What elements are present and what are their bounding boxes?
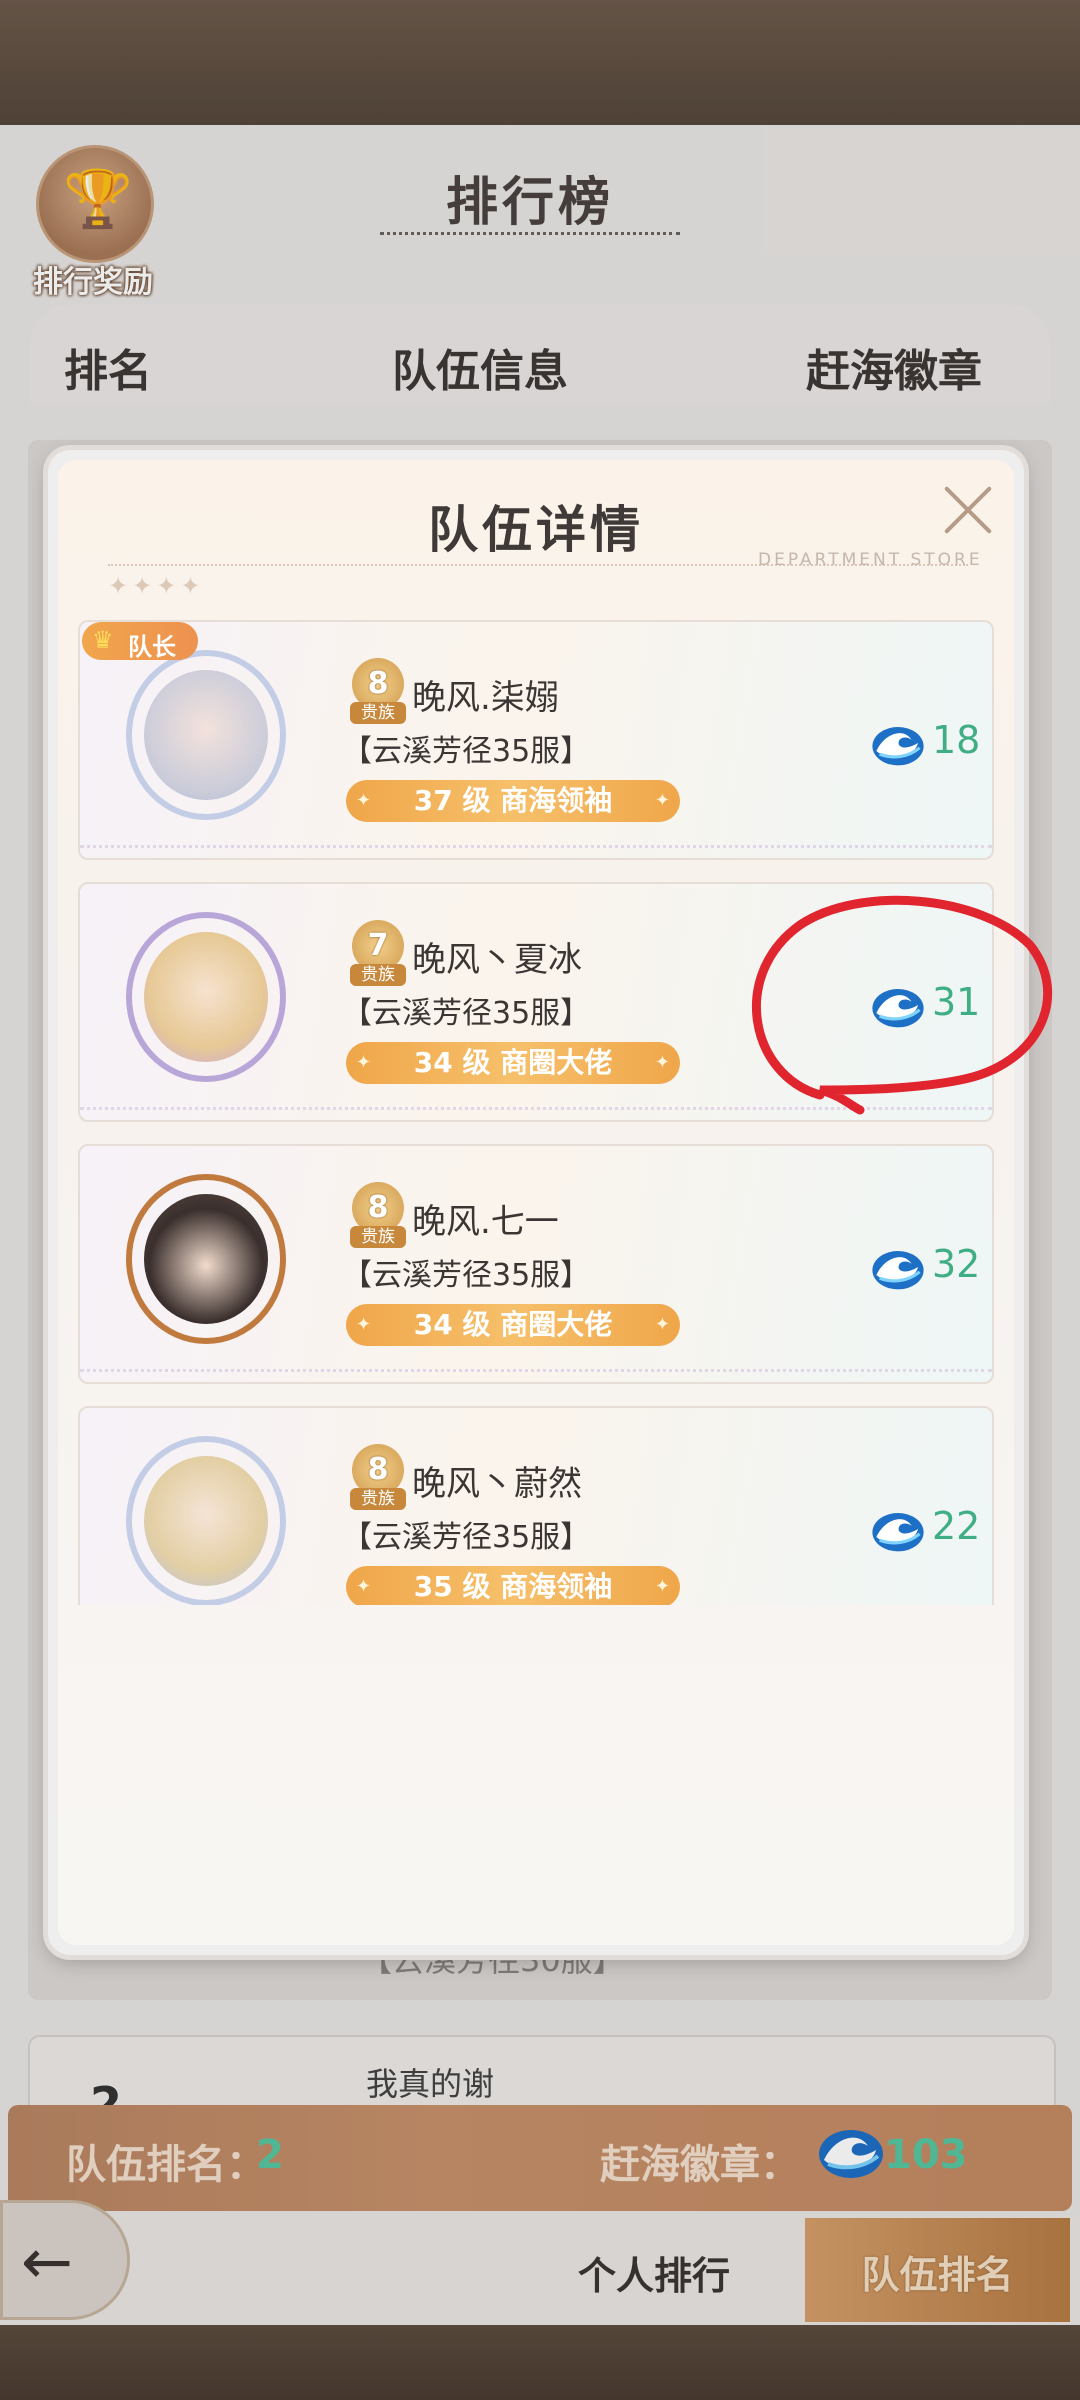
avatar-portrait [144, 1456, 268, 1586]
noble-badge: 8 贵族 [348, 1444, 408, 1510]
noble-text: 贵族 [350, 1488, 406, 1510]
captain-badge: ♛ 队长 [82, 622, 198, 661]
noble-text: 贵族 [350, 964, 406, 986]
member-badge-score: 22 [932, 1504, 981, 1548]
wave-badge-icon [872, 1251, 924, 1290]
decor-stars: ✦✦✦✦ [108, 572, 205, 600]
member-level: 37 级 商海领袖 [346, 780, 680, 822]
member-card[interactable]: 8 贵族 晚风丶蔚然 【云溪芳径35服】 35 级 商海领袖 22 [78, 1406, 994, 1605]
member-name: 晚风.柒嫋 [412, 678, 559, 718]
member-server: 【云溪芳径35服】 [342, 996, 591, 1031]
noble-badge: 7 贵族 [348, 920, 408, 986]
member-level: 35 级 商海领袖 [346, 1566, 680, 1605]
member-name: 晚风丶蔚然 [412, 1464, 582, 1504]
noble-badge: 8 贵族 [348, 1182, 408, 1248]
close-icon[interactable] [938, 480, 998, 540]
avatar-portrait [144, 932, 268, 1062]
avatar-portrait [144, 670, 268, 800]
noble-text: 贵族 [350, 1226, 406, 1248]
noble-badge: 8 贵族 [348, 658, 408, 724]
avatar-portrait [144, 1194, 268, 1324]
annotation-circle [752, 895, 1052, 1115]
dialog-subtitle: DEPARTMENT STORE [758, 550, 983, 570]
member-name: 晚风丶夏冰 [412, 940, 582, 980]
avatar [118, 1162, 288, 1362]
member-server: 【云溪芳径35服】 [342, 1258, 591, 1293]
team-details-dialog: 队伍详情 DEPARTMENT STORE ✦✦✦✦ ♛ 队长 8 贵族 晚风.… [48, 450, 1024, 1955]
card-divider [80, 845, 992, 848]
wave-badge-icon [872, 1513, 924, 1552]
crown-icon: ♛ [92, 626, 114, 654]
avatar [118, 1424, 288, 1605]
member-card[interactable]: ♛ 队长 8 贵族 晚风.柒嫋 【云溪芳径35服】 37 级 商海领袖 18 [78, 620, 994, 860]
member-server: 【云溪芳径35服】 [342, 734, 591, 769]
member-badge-score: 32 [932, 1242, 981, 1286]
member-server: 【云溪芳径35服】 [342, 1520, 591, 1555]
member-name: 晚风.七一 [412, 1202, 559, 1242]
wave-badge-icon [872, 727, 924, 766]
card-divider [80, 1369, 992, 1372]
avatar [118, 900, 288, 1100]
dialog-body: 队伍详情 DEPARTMENT STORE ✦✦✦✦ ♛ 队长 8 贵族 晚风.… [58, 460, 1014, 1945]
avatar [118, 638, 288, 838]
member-level: 34 级 商圈大佬 [346, 1304, 680, 1346]
member-badge-score: 18 [932, 718, 981, 762]
member-card[interactable]: 8 贵族 晚风.七一 【云溪芳径35服】 34 级 商圈大佬 32 [78, 1144, 994, 1384]
member-level: 34 级 商圈大佬 [346, 1042, 680, 1084]
noble-text: 贵族 [350, 702, 406, 724]
captain-label: 队长 [128, 633, 176, 661]
